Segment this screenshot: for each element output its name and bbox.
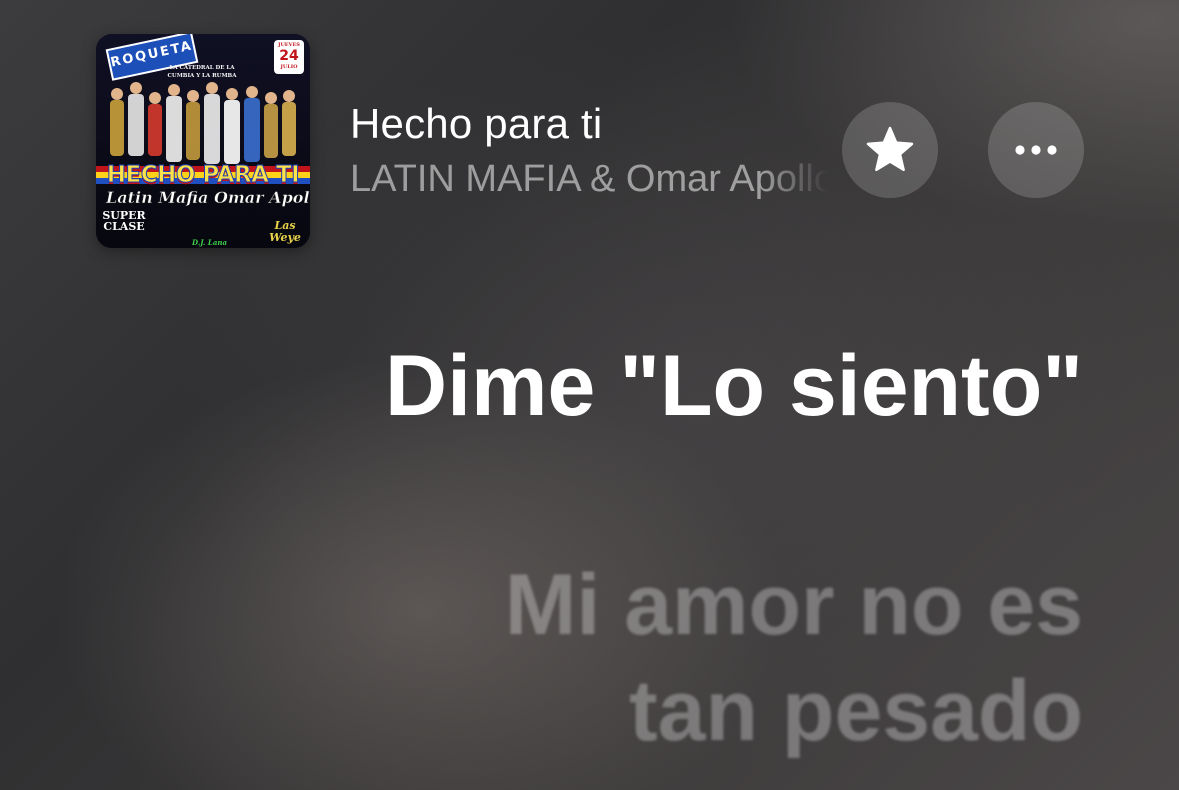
artwork-date-num: 24 <box>279 48 299 64</box>
artwork-title: HECHO PARA TI <box>106 162 300 189</box>
album-artwork[interactable]: ROQUETA LA CATEDRAL DE LA CUMBIA Y LA RU… <box>96 34 310 248</box>
lyric-line-active[interactable]: Dime "Lo siento" <box>385 336 1083 436</box>
artwork-super-clase: SUPER CLASE <box>102 209 146 233</box>
artwork-date-month: JULIO <box>280 64 298 70</box>
artwork-date: JUEVES 24 JULIO <box>274 40 304 74</box>
lyric-next-line-1: Mi amor no es <box>504 557 1083 653</box>
artwork-tagline: LA CATEDRAL DE LA CUMBIA Y LA RUMBA <box>167 65 237 79</box>
artwork-dj: D.J. Lana <box>192 238 227 247</box>
more-options-button[interactable] <box>988 102 1084 198</box>
track-artist[interactable]: LATIN MAFIA & Omar Apollo <box>350 158 828 201</box>
artwork-artists: Latin Mafia Omar Apollo <box>106 188 310 208</box>
favorite-button[interactable] <box>842 102 938 198</box>
ellipsis-icon <box>1015 145 1057 155</box>
lyric-next-line-2: tan pesado <box>629 663 1083 759</box>
star-icon <box>866 126 914 172</box>
track-title[interactable]: Hecho para ti <box>350 100 602 148</box>
lyric-line-next[interactable]: Mi amor no es tan pesado <box>505 552 1083 764</box>
artwork-las-weye: Las Weye <box>269 219 301 244</box>
